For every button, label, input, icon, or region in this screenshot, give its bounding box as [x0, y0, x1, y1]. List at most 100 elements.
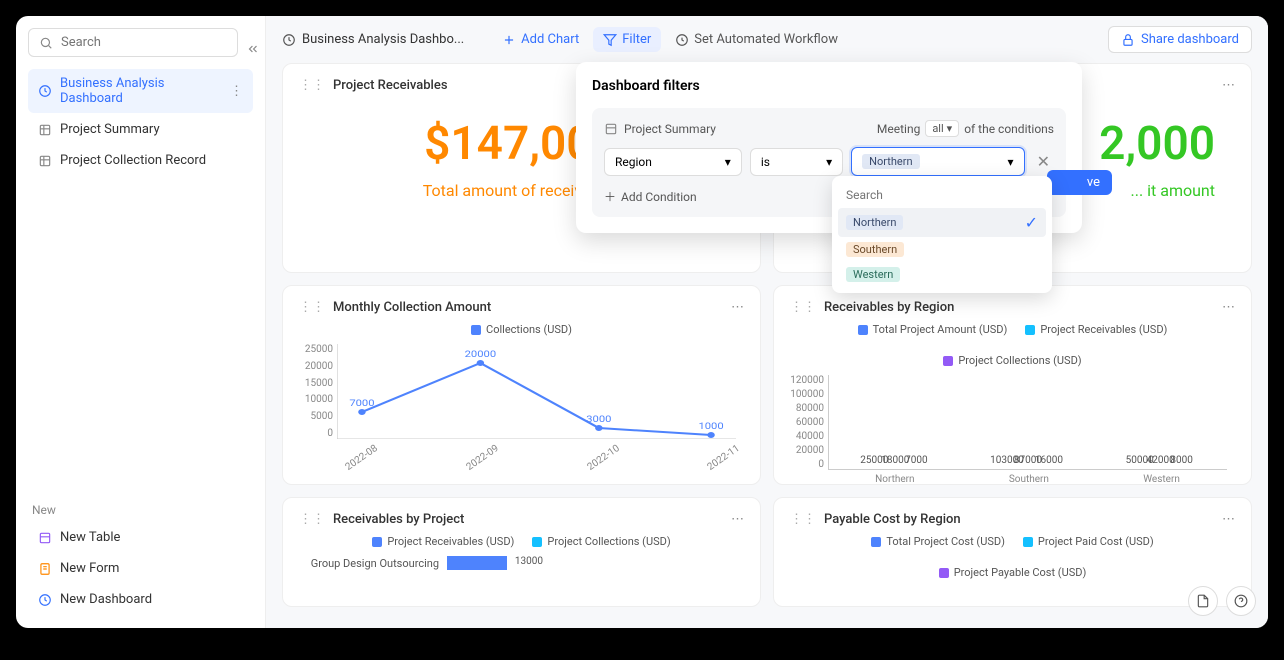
search-box[interactable] — [28, 28, 238, 57]
check-icon: ✓ — [1025, 213, 1038, 232]
card-header: ⋮⋮ Payable Cost by Region ⋯ — [790, 512, 1235, 527]
table-icon — [38, 123, 52, 137]
card-more-button[interactable]: ⋯ — [1222, 78, 1235, 93]
chevron-down-icon: ▾ — [725, 155, 731, 169]
legend-label: Project Paid Cost (USD) — [1038, 535, 1154, 548]
plus-icon: ＋ — [604, 188, 616, 205]
document-icon — [1196, 594, 1210, 608]
page-title-text: Business Analysis Dashbo... — [302, 32, 464, 47]
dropdown-option-northern[interactable]: Northern ✓ — [838, 208, 1046, 237]
sidebar-item-label: Project Summary — [60, 122, 160, 137]
filter-field-value: Region — [615, 155, 652, 169]
bar-chart: 120000100000800006000040000200000 25000 … — [828, 375, 1227, 470]
dropdown-option-western[interactable]: Western — [838, 262, 1046, 287]
card-title: Receivables by Project — [333, 512, 464, 527]
form-icon — [38, 562, 52, 576]
card-title: Monthly Collection Amount — [333, 300, 491, 315]
hbar-row: Group Design Outsourcing 13000 — [299, 556, 744, 570]
legend-label: Collections (USD) — [486, 323, 572, 336]
legend-item: Project Paid Cost (USD) — [1023, 535, 1154, 548]
filter-conditions-label: of the conditions — [964, 122, 1054, 136]
share-button[interactable]: Share dashboard — [1108, 26, 1252, 53]
dropdown-search-input[interactable] — [838, 182, 1046, 208]
legend-label: Project Receivables (USD) — [1040, 323, 1167, 336]
table-icon — [38, 154, 52, 168]
filter-value-chip: Northern — [862, 154, 919, 169]
legend-item: Project Payable Cost (USD) — [939, 566, 1087, 579]
option-label: Southern — [846, 242, 904, 257]
sidebar: Business Analysis Dashboard ⋮ Project Su… — [16, 16, 266, 628]
y-axis: 2500020000150001000050000 — [299, 344, 333, 439]
card-receivables-project: ⋮⋮ Receivables by Project ⋯ Project Rece… — [282, 497, 761, 607]
dropdown-option-southern[interactable]: Southern — [838, 237, 1046, 262]
legend-label: Total Project Amount (USD) — [873, 323, 1008, 336]
drag-handle-icon[interactable]: ⋮⋮ — [790, 512, 816, 527]
drag-handle-icon[interactable]: ⋮⋮ — [299, 512, 325, 527]
legend-item: Project Collections (USD) — [532, 535, 670, 548]
card-more-button[interactable]: ⋯ — [1222, 512, 1235, 527]
chevron-down-icon: ▾ — [1008, 155, 1014, 169]
chevron-down-icon: ▾ — [826, 155, 832, 169]
sidebar-item-dashboard[interactable]: Business Analysis Dashboard ⋮ — [28, 69, 253, 113]
drag-handle-icon[interactable]: ⋮⋮ — [790, 300, 816, 315]
new-table-button[interactable]: New Table — [28, 523, 253, 552]
new-dashboard-button[interactable]: New Dashboard — [28, 585, 253, 614]
chart-legend: Total Project Amount (USD) Project Recei… — [790, 323, 1235, 367]
sidebar-item-label: Project Collection Record — [60, 153, 206, 168]
new-item-label: New Table — [60, 530, 120, 545]
drag-handle-icon[interactable]: ⋮⋮ — [299, 300, 325, 315]
new-item-label: New Form — [60, 561, 119, 576]
card-more-button[interactable]: ⋯ — [731, 512, 744, 527]
new-form-button[interactable]: New Form — [28, 554, 253, 583]
app-root: Business Analysis Dashboard ⋮ Project Su… — [16, 16, 1268, 628]
add-chart-button[interactable]: Add Chart — [492, 27, 589, 52]
search-icon — [39, 36, 53, 50]
filter-label: Filter — [622, 32, 651, 47]
page-title: Business Analysis Dashbo... — [282, 32, 464, 47]
sidebar-item-collection-record[interactable]: Project Collection Record — [28, 146, 253, 175]
topbar: Business Analysis Dashbo... Add Chart Fi… — [266, 16, 1268, 63]
legend-item: Project Receivables (USD) — [372, 535, 514, 548]
card-more-button[interactable]: ⋯ — [731, 300, 744, 315]
chart-legend: Collections (USD) — [299, 323, 744, 336]
filter-source: Project Summary — [624, 122, 716, 136]
filter-operator-select[interactable]: is ▾ — [750, 148, 843, 176]
filter-icon — [603, 33, 617, 47]
filter-value-select[interactable]: Northern ▾ — [851, 147, 1024, 176]
search-input[interactable] — [61, 35, 227, 50]
sidebar-item-project-summary[interactable]: Project Summary — [28, 115, 253, 144]
svg-text:20000: 20000 — [465, 350, 497, 360]
legend-item: Project Receivables (USD) — [1025, 323, 1167, 336]
more-icon[interactable]: ⋮ — [230, 84, 243, 99]
card-header: ⋮⋮ Monthly Collection Amount ⋯ — [299, 300, 744, 315]
line-chart-svg: 7000 20000 3000 1000 — [337, 344, 736, 439]
filter-condition-row: Region ▾ is ▾ Northern ▾ ✕ — [604, 147, 1054, 176]
hbar: 13000 — [447, 556, 507, 570]
new-section-label: New — [32, 503, 253, 517]
svg-text:3000: 3000 — [586, 415, 612, 425]
add-condition-label: Add Condition — [621, 190, 697, 204]
legend-item: Project Collections (USD) — [943, 354, 1081, 367]
line-chart: 2500020000150001000050000 7000 20000 300… — [337, 344, 736, 439]
card-more-button[interactable]: ⋯ — [1222, 300, 1235, 315]
workflow-button[interactable]: Set Automated Workflow — [665, 27, 848, 52]
filter-all-dropdown[interactable]: all ▾ — [925, 120, 959, 137]
collapse-sidebar-button[interactable] — [246, 37, 260, 61]
card-header: ⋮⋮ Receivables by Region ⋯ — [790, 300, 1235, 315]
help-fab[interactable] — [1226, 586, 1256, 616]
x-axis: 2022-082022-092022-102022-11 — [337, 443, 736, 454]
drag-handle-icon[interactable]: ⋮⋮ — [299, 78, 325, 93]
filter-button[interactable]: Filter — [593, 27, 661, 52]
save-button[interactable]: Saveve — [1047, 170, 1112, 195]
sidebar-bottom: New New Table New Form New Dashboard — [28, 495, 253, 616]
filter-field-select[interactable]: Region ▾ — [604, 148, 742, 176]
legend-label: Total Project Cost (USD) — [886, 535, 1005, 548]
svg-text:1000: 1000 — [698, 422, 724, 432]
fab-row — [1188, 586, 1256, 616]
option-label: Western — [846, 267, 900, 282]
search-row — [28, 28, 253, 69]
svg-text:7000: 7000 — [349, 399, 375, 409]
document-fab[interactable] — [1188, 586, 1218, 616]
clock-icon — [282, 33, 296, 47]
new-item-label: New Dashboard — [60, 592, 152, 607]
